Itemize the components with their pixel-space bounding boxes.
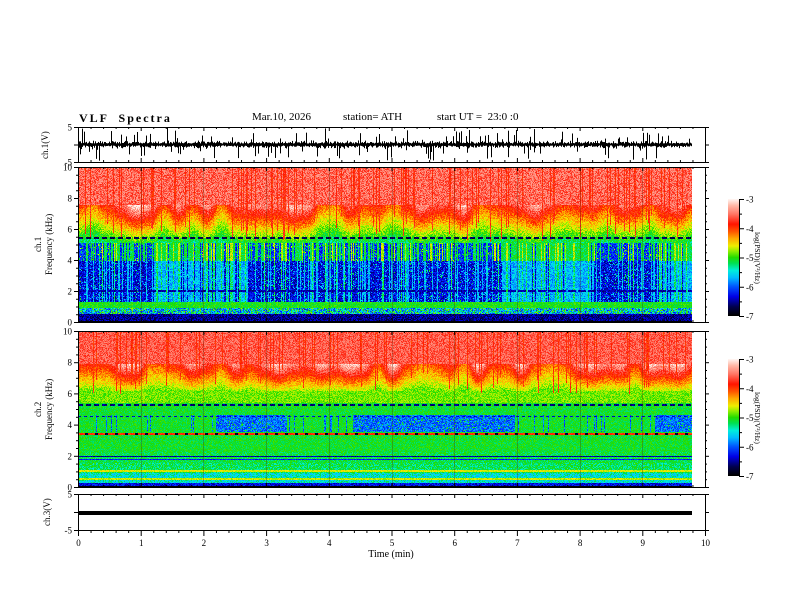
svg-text:6: 6 <box>68 389 73 399</box>
ch1-voltage-axis-label: ch.1(V) <box>40 131 50 159</box>
colorbar-label-ch2: log(PSD)(V²/Hz) <box>753 391 762 444</box>
svg-text:7: 7 <box>515 538 520 548</box>
colorbar-ch1 <box>728 199 739 316</box>
svg-text:5: 5 <box>390 538 395 548</box>
svg-text:4: 4 <box>327 538 332 548</box>
ch3-voltage-axis-label: ch.3(V) <box>42 498 52 526</box>
svg-text:10: 10 <box>63 327 73 337</box>
figure-date: Mar.10, 2026 <box>252 111 311 123</box>
svg-text:0: 0 <box>68 318 73 328</box>
svg-text:5: 5 <box>68 490 73 500</box>
svg-text:6: 6 <box>452 538 457 548</box>
svg-text:-5: -5 <box>65 526 73 536</box>
svg-text:0: 0 <box>68 483 73 493</box>
svg-text:1: 1 <box>139 538 144 548</box>
ch1-waveform-canvas <box>78 127 705 162</box>
time-axis-label: Time (min) <box>368 549 414 560</box>
svg-text:0: 0 <box>76 538 81 548</box>
svg-text:8: 8 <box>578 538 583 548</box>
svg-text:9: 9 <box>641 538 646 548</box>
ch2-frequency-axis-label: ch.2 Frequency (kHz) <box>33 378 54 440</box>
ch1-spectrogram-canvas <box>78 167 705 322</box>
svg-text:2: 2 <box>202 538 207 548</box>
station-label: station= ATH <box>343 111 403 123</box>
svg-text:5: 5 <box>68 123 73 133</box>
svg-text:8: 8 <box>68 194 73 204</box>
figure-title: VLF Spectra <box>79 111 172 125</box>
colorbar-ch2 <box>728 359 739 476</box>
colorbar-label-ch1: log(PSD)(V²/Hz) <box>753 231 762 284</box>
svg-text:2: 2 <box>68 451 73 461</box>
svg-text:3: 3 <box>264 538 269 548</box>
svg-text:10: 10 <box>701 538 711 548</box>
svg-text:4: 4 <box>68 420 73 430</box>
svg-text:2: 2 <box>68 287 73 297</box>
ch3-flatline <box>78 511 692 515</box>
svg-text:4: 4 <box>68 256 73 266</box>
ch2-spectrogram-canvas <box>78 331 705 487</box>
vlf-spectra-figure: VLF Spectra Mar.10, 2026 station= ATH st… <box>0 0 792 612</box>
svg-text:6: 6 <box>68 225 73 235</box>
start-ut-label: start UT = 23:0 :0 <box>437 111 519 123</box>
svg-text:-5: -5 <box>65 158 73 168</box>
ch1-frequency-axis-label: ch.1 Frequency (kHz) <box>33 213 54 276</box>
svg-text:10: 10 <box>63 163 73 173</box>
svg-text:8: 8 <box>68 358 73 368</box>
